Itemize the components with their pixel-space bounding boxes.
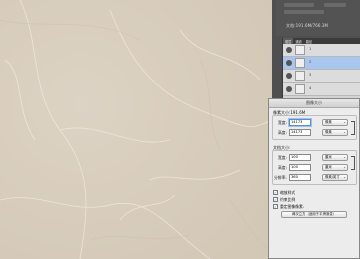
resample-method-label: 两次立方（适用于平滑渐变）: [291, 212, 337, 216]
image-size-dialog: 图像大小 像素大小:191.6M 宽度: 14173 像素 ⌄ 高度: 14173…: [268, 98, 360, 259]
doc-width-unit-select[interactable]: 厘米 ⌄: [322, 154, 348, 161]
chevron-down-icon: ⌄: [343, 120, 346, 124]
resolution-input[interactable]: 360: [289, 174, 311, 181]
layer-thumbnail: [295, 71, 305, 81]
chevron-down-icon: ⌄: [343, 155, 346, 159]
doc-height-unit-select[interactable]: 厘米 ⌄: [322, 164, 348, 171]
pixel-width-unit-select[interactable]: 像素 ⌄: [322, 119, 348, 126]
layer-name: 1: [309, 47, 312, 51]
doc-constrain-link-bracket: [351, 156, 355, 170]
pixel-width-label: 宽度:: [278, 120, 287, 125]
layer-row[interactable]: 4: [283, 83, 360, 96]
doc-size-readout: 文档:191.6M/766.3M: [286, 23, 329, 28]
layer-row-selected[interactable]: 2: [283, 57, 360, 70]
pixel-height-input[interactable]: 14173: [289, 129, 311, 136]
layer-row[interactable]: 1: [283, 44, 360, 57]
info-row: [284, 10, 324, 14]
doc-height-label: 高度:: [278, 165, 287, 170]
visibility-eye-icon[interactable]: [286, 73, 292, 79]
scale-styles-label: 缩放样式: [280, 190, 296, 195]
doc-width-input[interactable]: 100: [289, 154, 311, 161]
info-row: [284, 3, 314, 7]
constrain-proportions-checkbox[interactable]: ✓: [273, 197, 278, 202]
visibility-eye-icon[interactable]: [286, 47, 292, 53]
chevron-down-icon: ⌄: [343, 175, 346, 179]
pixel-height-unit-label: 像素: [325, 130, 332, 134]
doc-height-input[interactable]: 100: [289, 164, 311, 171]
resample-image-label: 重定图像像素:: [280, 204, 305, 209]
pixel-height-unit-select[interactable]: 像素 ⌄: [322, 129, 348, 136]
layer-name: 2: [309, 60, 312, 64]
chevron-down-icon: ⌄: [343, 165, 346, 169]
layer-name: 4: [309, 86, 312, 90]
constrain-link-bracket: [351, 121, 355, 135]
layer-name: 3: [309, 73, 312, 77]
pixel-height-label: 高度:: [278, 130, 287, 135]
chevron-down-icon: ⌄: [343, 130, 346, 134]
pixel-width-input[interactable]: 14173: [289, 119, 311, 126]
resolution-label: 分辨率:: [274, 175, 287, 180]
dialog-title: 图像大小: [269, 99, 359, 108]
doc-width-unit-label: 厘米: [325, 155, 332, 159]
layer-thumbnail: [295, 58, 305, 68]
document-canvas[interactable]: [0, 0, 272, 259]
marble-texture: [0, 0, 272, 259]
doc-width-label: 宽度:: [278, 155, 287, 160]
pixel-width-unit-label: 像素: [325, 120, 332, 124]
info-row: [324, 3, 346, 7]
visibility-eye-icon[interactable]: [286, 60, 292, 66]
resample-image-checkbox[interactable]: ✓: [273, 204, 278, 209]
layer-thumbnail: [295, 45, 305, 55]
layer-thumbnail: [295, 84, 305, 94]
constrain-proportions-label: 约束比例: [280, 197, 296, 202]
resolution-unit-select[interactable]: 像素/英寸 ⌄: [322, 174, 348, 181]
doc-height-unit-label: 厘米: [325, 165, 332, 169]
info-panel: [276, 0, 360, 36]
scale-styles-checkbox[interactable]: ✓: [273, 190, 278, 195]
resample-method-select[interactable]: 两次立方（适用于平滑渐变）: [281, 211, 347, 218]
layers-panel: 图层 通道 路径 1 2 3 4: [282, 38, 360, 102]
visibility-eye-icon[interactable]: [286, 86, 292, 92]
layer-row[interactable]: 3: [283, 70, 360, 83]
resolution-unit-label: 像素/英寸: [325, 175, 340, 179]
